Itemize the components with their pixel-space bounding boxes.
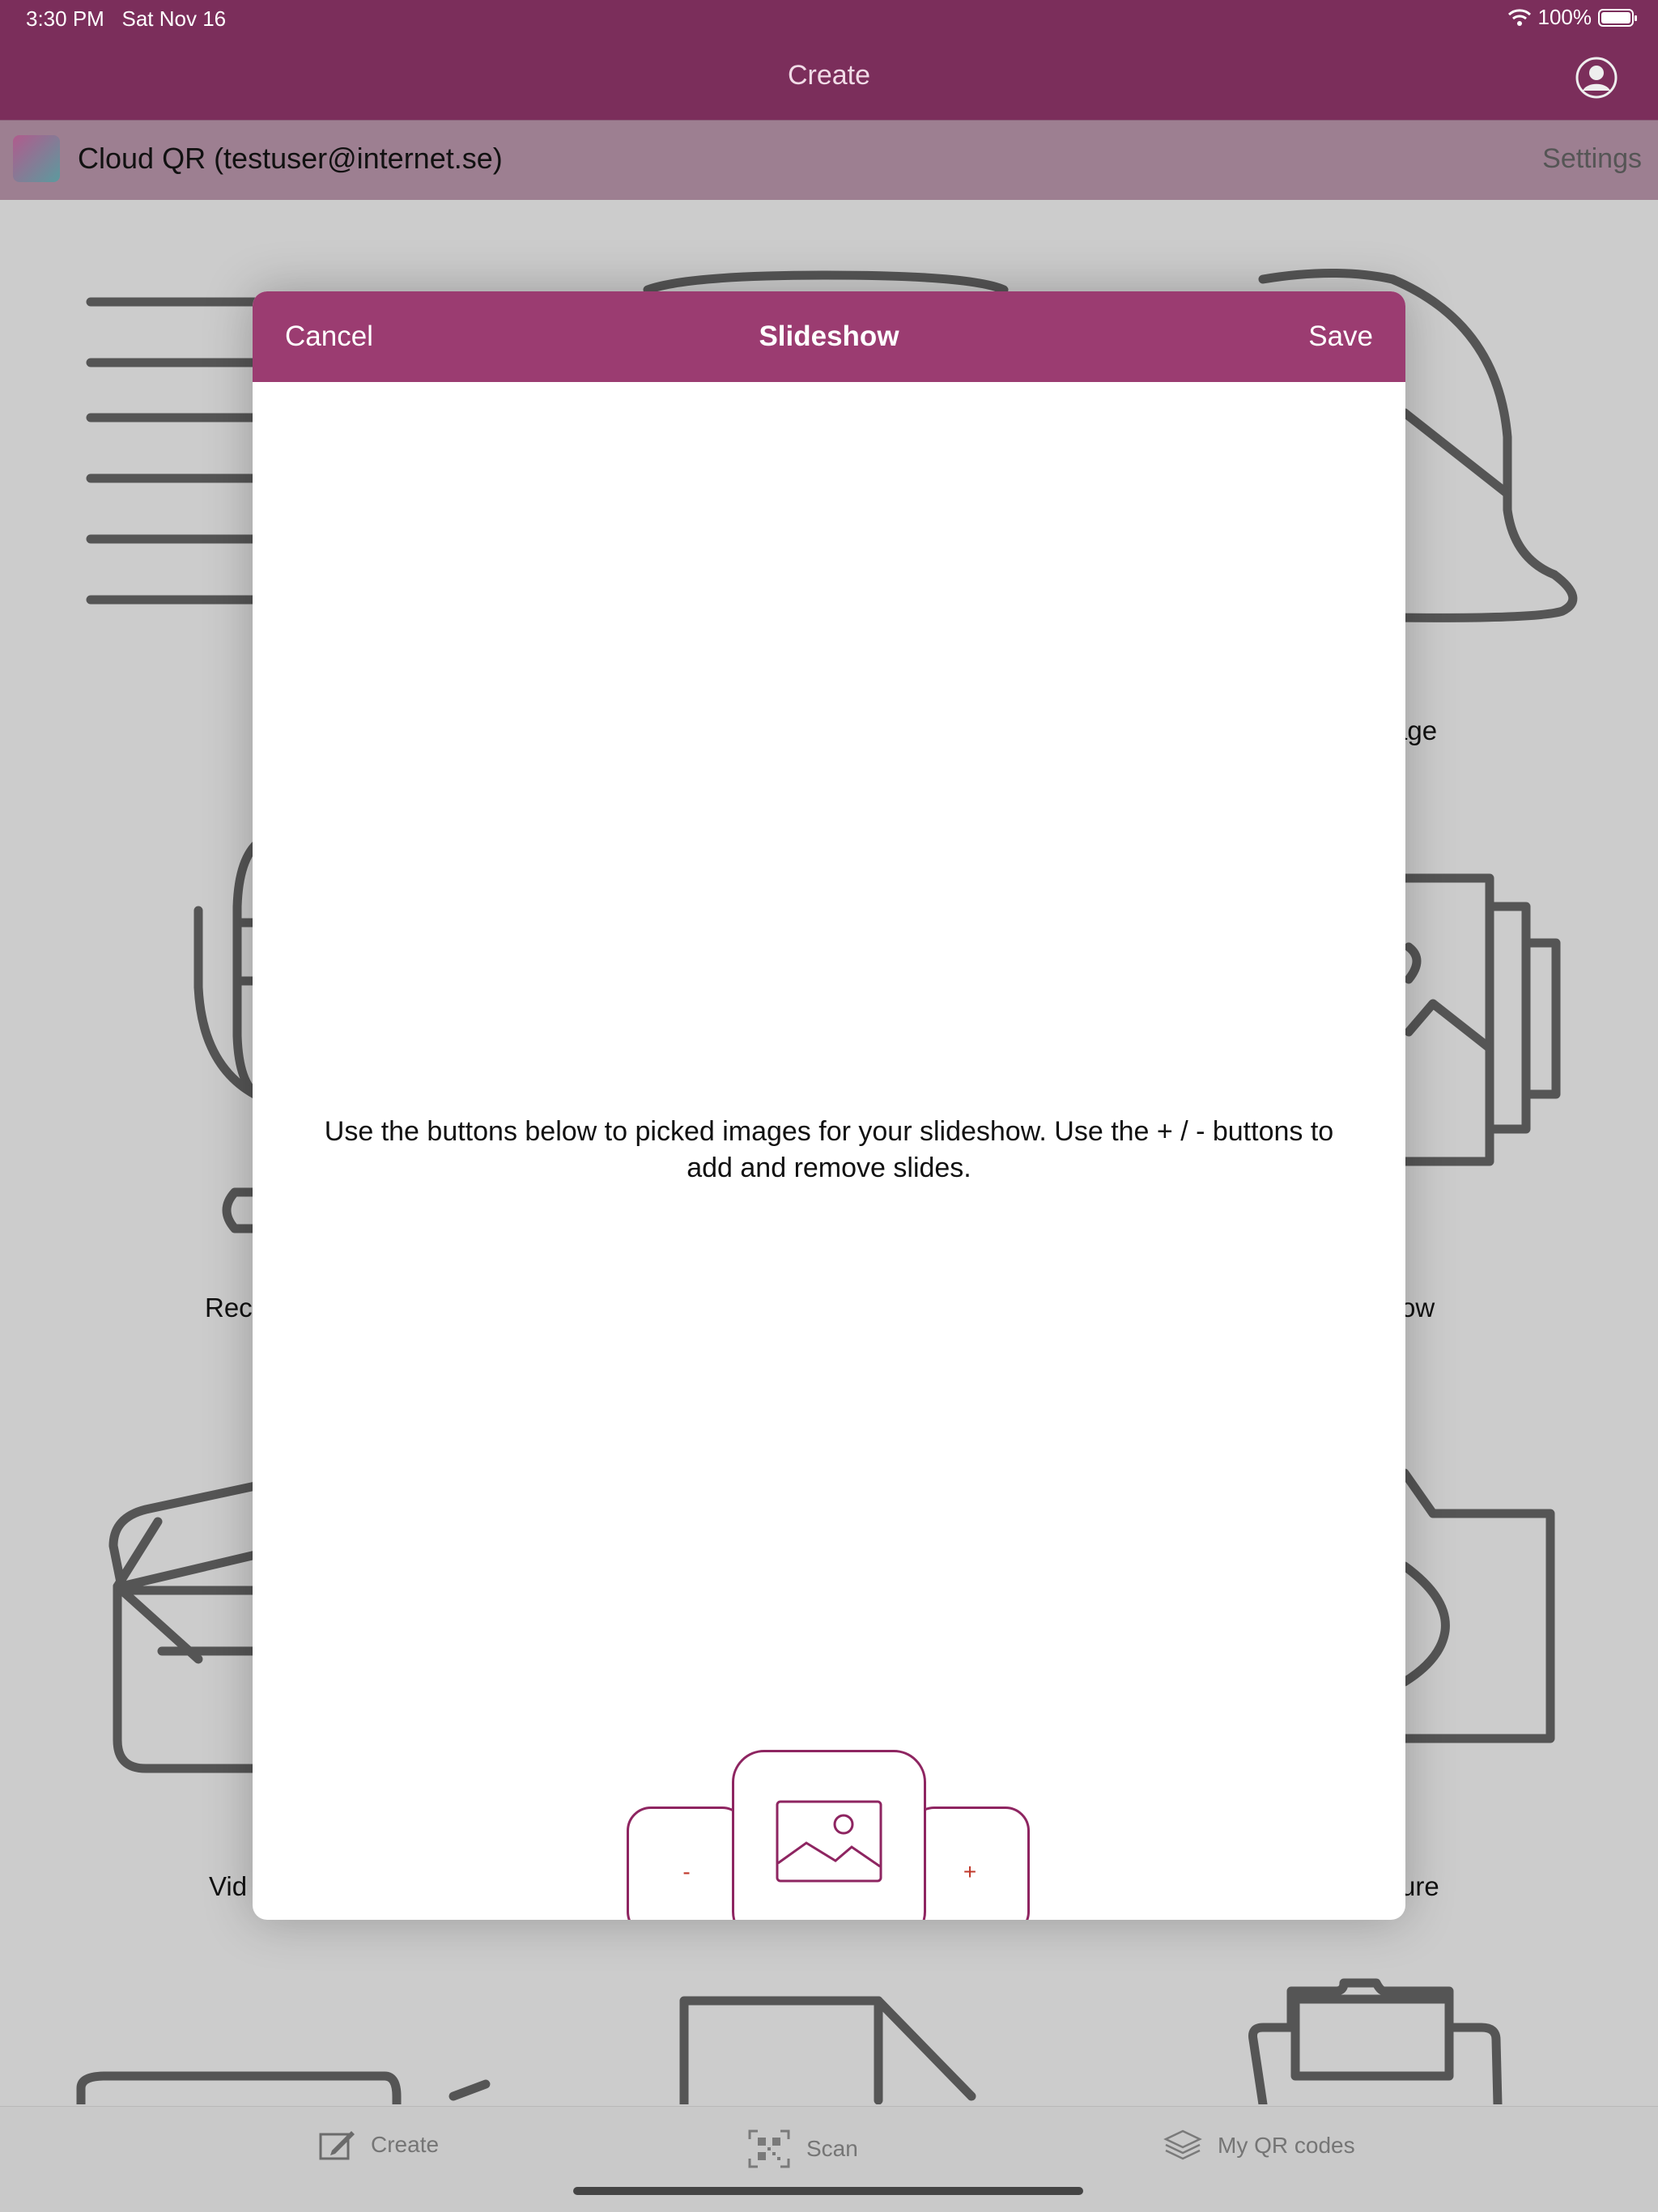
battery-icon <box>1598 8 1637 27</box>
link-tile-icon <box>643 270 1009 295</box>
tab-my-qr-codes[interactable]: My QR codes <box>1163 2128 1355 2163</box>
document-tile-icon <box>679 1996 976 2104</box>
account-bar: Cloud QR (testuser@internet.se) Settings <box>0 120 1658 200</box>
tab-create-label: Create <box>371 2132 440 2157</box>
app-logo-icon <box>13 135 60 182</box>
layers-icon <box>1163 2129 1202 2160</box>
pick-image-button[interactable] <box>732 1750 926 1920</box>
status-time-text: 3:30 PM <box>26 6 104 31</box>
status-date-text: Sat Nov 16 <box>121 6 227 31</box>
video-tile-icon <box>108 1480 264 1773</box>
add-slide-button[interactable]: + <box>910 1807 1030 1920</box>
tab-scan[interactable]: Scan <box>746 2128 858 2170</box>
tab-scan-label: Scan <box>806 2136 858 2161</box>
video-tile-label: Vid <box>209 1871 248 1901</box>
modal-title: Slideshow <box>759 321 899 352</box>
modal-header: Cancel Slideshow Save <box>253 291 1405 382</box>
status-time: 3:30 PM Sat Nov 16 <box>26 6 226 32</box>
video-record-tile-icon <box>76 2071 402 2104</box>
camera-tile-icon <box>1400 1468 1555 1743</box>
add-slide-label: + <box>963 1859 977 1884</box>
image-icon <box>776 1800 882 1883</box>
remove-slide-button[interactable]: - <box>627 1807 746 1920</box>
battery-percent: 100% <box>1537 5 1592 29</box>
create-icon <box>319 2131 355 2160</box>
settings-link[interactable]: Settings <box>1542 143 1642 175</box>
tab-create[interactable]: Create <box>317 2128 439 2162</box>
account-label: Cloud QR (testuser@internet.se) <box>78 142 503 175</box>
status-indicators: 100% <box>1507 5 1637 30</box>
qr-scan-icon <box>748 2129 790 2168</box>
top-nav-bar: 3:30 PM Sat Nov 16 100% Create <box>0 0 1658 120</box>
slideshow-tile-label: ow <box>1401 1293 1435 1323</box>
page-title: Create <box>787 60 871 91</box>
remove-slide-label: - <box>682 1859 691 1884</box>
slideshow-instructions: Use the buttons below to picked images f… <box>324 1116 1334 1183</box>
save-button[interactable]: Save <box>1308 321 1373 353</box>
tab-my-qr-codes-label: My QR codes <box>1218 2133 1355 2158</box>
text-tile-icon <box>86 297 264 605</box>
picture-tile-label: ure <box>1401 1871 1439 1901</box>
slideshow-modal: Cancel Slideshow Save Use the buttons be… <box>253 291 1405 1920</box>
profile-icon[interactable] <box>1575 57 1618 99</box>
tab-bar: Create Scan My QR codes <box>0 2106 1658 2212</box>
record-tile-label: Rec <box>205 1293 253 1323</box>
home-indicator <box>573 2187 1083 2195</box>
wifi-icon <box>1507 8 1531 26</box>
